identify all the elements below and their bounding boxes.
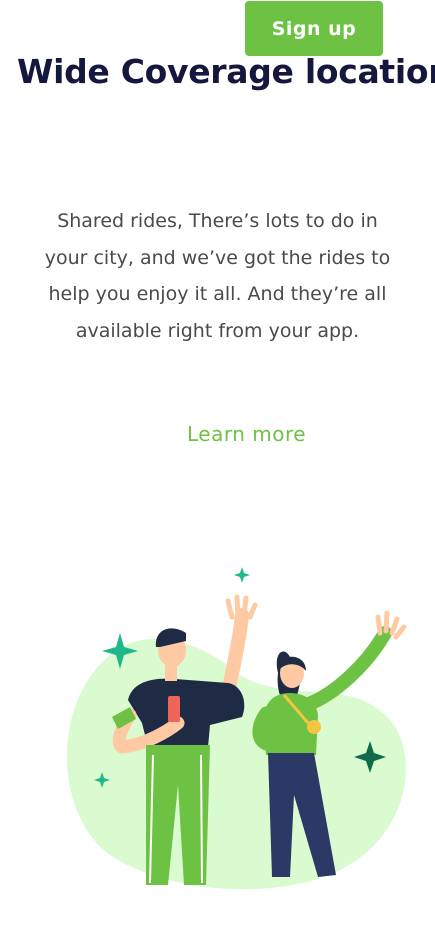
sparkle-icon	[234, 567, 250, 583]
page-title: Wide Coverage location	[17, 52, 435, 91]
signup-button[interactable]: Sign up	[245, 1, 383, 56]
celebrating-people-illustration	[66, 567, 407, 890]
learn-more-link[interactable]: Learn more	[0, 422, 435, 446]
hero-description: Shared rides, There’s lots to do in your…	[44, 210, 391, 342]
